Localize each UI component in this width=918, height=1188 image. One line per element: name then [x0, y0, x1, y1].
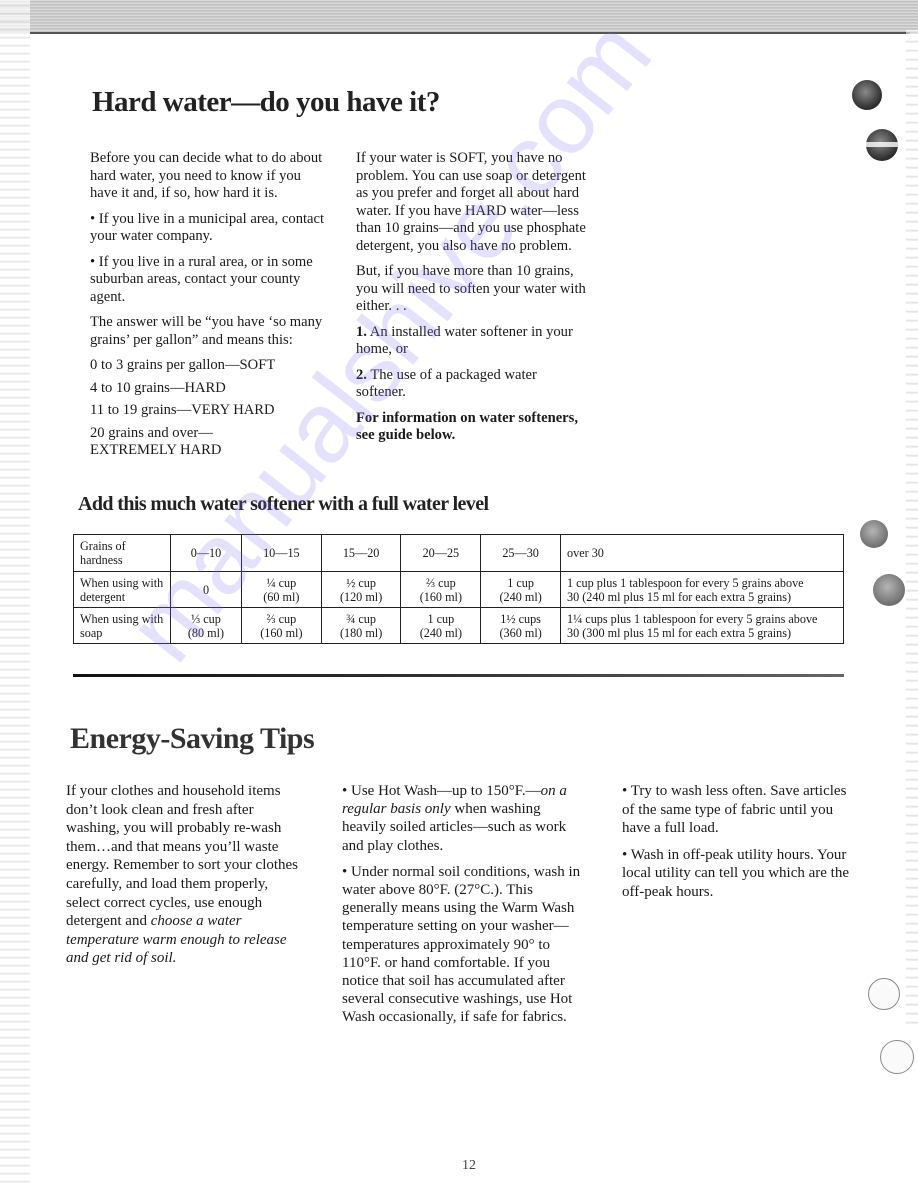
option-1: 1. An installed water softener in your h…: [356, 323, 573, 358]
bullet-icon: •: [90, 210, 96, 227]
wash-less-tip: • Try to wash less often. Save articles …: [622, 783, 847, 837]
table-cell: ⅔ cup (160 ml): [400, 571, 482, 608]
table-cell: ⅓ cup (80 ml): [170, 607, 242, 644]
energy-tips-right-column: • Try to wash less often. Save articles …: [622, 782, 862, 910]
punch-hole-icon: [866, 129, 898, 161]
range-cell: over 30: [560, 534, 844, 572]
table-cell: 1 cup (240 ml): [480, 571, 561, 608]
answer-paragraph: The answer will be “you have ‘so many gr…: [90, 314, 323, 348]
table-cell: ⅔ cup (160 ml): [240, 607, 322, 644]
intro-paragraph: Before you can decide what to do about h…: [90, 150, 323, 201]
table-row: When using with detergent 0 ¼ cup (60 ml)…: [73, 571, 844, 608]
table-cell: ¾ cup (180 ml): [320, 607, 402, 644]
hard-water-left-column: Before you can decide what to do about h…: [90, 150, 330, 460]
option-2: 2. The use of a packaged water softener.: [356, 366, 537, 401]
rural-bullet: • If you live in a rural area, or in som…: [90, 253, 313, 305]
scan-artifact-top: [0, 0, 918, 34]
hard-water-heading: Hard water—do you have it?: [92, 86, 440, 118]
table-cell: 1½ cups (360 ml): [480, 607, 561, 644]
scale-very-hard: 11 to 19 grains—VERY HARD: [90, 402, 275, 418]
soft-water-paragraph: If your water is SOFT, you have no probl…: [356, 150, 586, 254]
more-than-10-paragraph: But, if you have more than 10 grains, yo…: [356, 263, 586, 314]
row-label: When using with soap: [73, 607, 171, 644]
table-row: When using with soap ⅓ cup (80 ml) ⅔ cup(…: [73, 607, 844, 644]
punch-hole-icon: [868, 978, 900, 1010]
bullet-icon: •: [622, 846, 628, 863]
scale-extremely-hard-2: EXTREMELY HARD: [90, 442, 222, 458]
table-cell: 1 cup (240 ml): [400, 607, 482, 644]
range-cell: 0—10: [170, 534, 242, 572]
punch-hole-icon: [880, 1040, 914, 1074]
scan-artifact-left: [0, 0, 30, 1188]
bullet-icon: •: [342, 863, 348, 880]
off-peak-tip: • Wash in off-peak utility hours. Your l…: [622, 846, 850, 900]
scan-artifact-right: [906, 30, 918, 1030]
energy-tips-left-column: If your clothes and household items don’…: [66, 782, 306, 976]
scale-extremely-hard-1: 20 grains and over—: [90, 424, 213, 441]
hot-wash-tip: • Use Hot Wash—up to 150°F.—on a regular…: [342, 783, 567, 854]
range-cell: 25—30: [480, 534, 561, 572]
punch-hole-icon: [873, 574, 905, 606]
scan-edge-line: [30, 32, 910, 34]
punch-hole-icon: [860, 520, 888, 548]
table-cell: ½ cup (120 ml): [320, 571, 402, 608]
softener-table: Grains of hardness 0—10 10—15 15—20 20—2…: [73, 534, 844, 644]
info-note: For information on water softeners, see …: [356, 409, 578, 444]
bullet-icon: •: [342, 783, 348, 799]
table-cell: ¼ cup (60 ml): [240, 571, 322, 608]
bullet-icon: •: [90, 253, 96, 270]
bullet-icon: •: [622, 783, 628, 799]
softener-table-title: Add this much water softener with a full…: [78, 493, 489, 515]
range-cell: 10—15: [240, 534, 322, 572]
scale-soft: 0 to 3 grains per gallon—SOFT: [90, 357, 276, 373]
page-number: 12: [462, 1158, 476, 1173]
energy-tips-middle-column: • Use Hot Wash—up to 150°F.—on a regular…: [342, 782, 582, 1035]
energy-tips-heading: Energy-Saving Tips: [70, 722, 315, 755]
table-cell: 1 cup plus 1 tablespoon for every 5 grai…: [560, 571, 844, 608]
table-cell: 0: [170, 571, 242, 608]
energy-intro: If your clothes and household items don’…: [66, 783, 299, 967]
table-header-row: Grains of hardness 0—10 10—15 15—20 20—2…: [73, 534, 844, 572]
municipal-bullet: • If you live in a municipal area, conta…: [90, 210, 325, 245]
scale-hard: 4 to 10 grains—HARD: [90, 379, 226, 396]
table-cell: 1¼ cups plus 1 tablespoon for every 5 gr…: [560, 607, 844, 644]
punch-hole-icon: [852, 80, 882, 110]
range-cell: 15—20: [320, 534, 402, 572]
row-label: When using with detergent: [73, 571, 171, 608]
range-cell: 20—25: [400, 534, 482, 572]
normal-soil-tip: • Under normal soil conditions, wash in …: [342, 863, 581, 1026]
hard-water-right-column: If your water is SOFT, you have no probl…: [356, 150, 588, 453]
header-label: Grains of hardness: [73, 534, 171, 572]
section-divider: [73, 674, 844, 677]
